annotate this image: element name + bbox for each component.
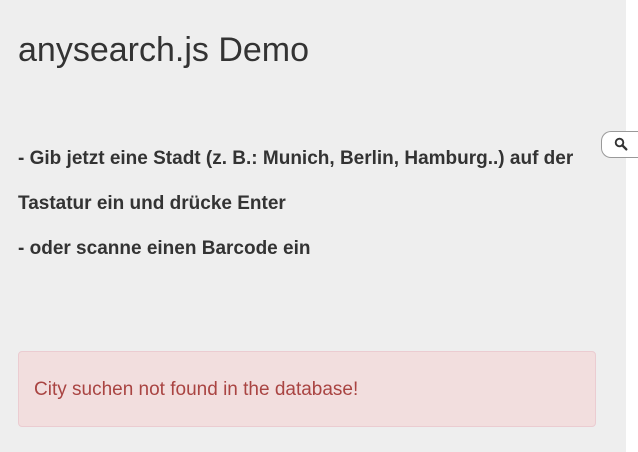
window-edge: [626, 0, 638, 452]
error-alert: City suchen not found in the database!: [18, 351, 596, 427]
alert-message: City suchen not found in the database!: [34, 379, 359, 400]
instruction-type-city: - Gib jetzt eine Stadt (z. B.: Munich, B…: [18, 148, 574, 214]
page-title: anysearch.js Demo: [18, 31, 310, 69]
instructions: - Gib jetzt eine Stadt (z. B.: Munich, B…: [18, 136, 618, 271]
search-icon: [614, 137, 628, 151]
instruction-scan-barcode: - oder scanne einen Barcode ein: [18, 238, 311, 259]
search-toggle-button[interactable]: [601, 131, 638, 158]
page-body: anysearch.js Demo - Gib jetzt eine Stadt…: [0, 0, 626, 452]
